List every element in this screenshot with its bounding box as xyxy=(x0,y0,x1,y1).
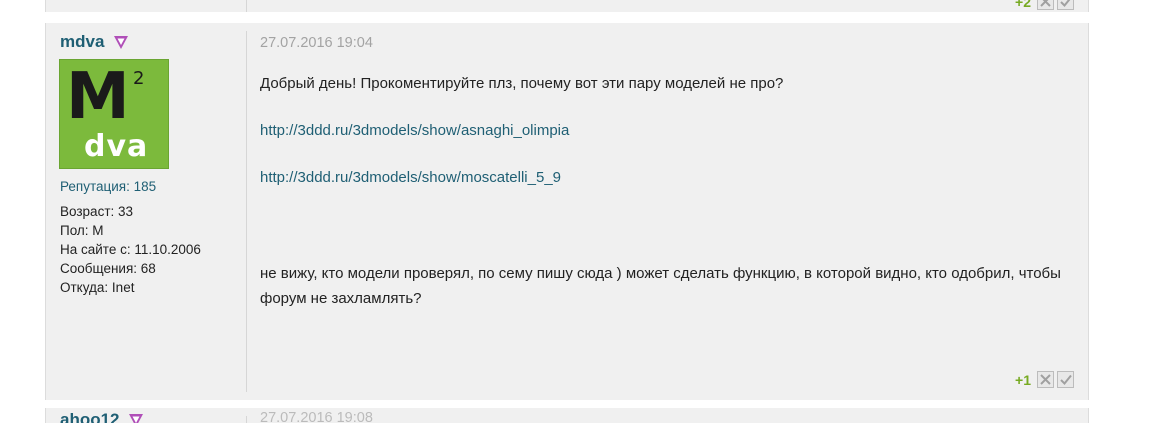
avatar-superscript: 2 xyxy=(133,68,145,89)
post-author: ahoo12 xyxy=(60,410,144,423)
triangle-badge-icon xyxy=(113,36,128,49)
post-divider xyxy=(246,0,247,12)
check-icon xyxy=(1059,0,1070,7)
post-date: 27.07.2016 19:08 xyxy=(260,410,373,423)
post-paragraph: не вижу, кто модели проверял, по сему пи… xyxy=(260,265,1061,307)
author-username[interactable]: ahoo12 xyxy=(60,410,120,423)
reject-button[interactable] xyxy=(1037,371,1054,388)
forum-page: +2 mdva M 2 dva Репутация: 185 Возраст: … xyxy=(0,0,1159,423)
forum-post: mdva M 2 dva Репутация: 185 Возраст: 33 … xyxy=(45,23,1089,400)
post-body: Добрый день! Прокоментируйте плз, почему… xyxy=(260,71,1070,311)
author-age: Возраст: 33 xyxy=(60,204,134,219)
author-location: Откуда: Inet xyxy=(60,280,135,295)
post-actions: +2 xyxy=(1015,0,1074,10)
previous-post: +2 xyxy=(45,0,1089,12)
avatar-letter: M xyxy=(66,60,130,134)
author-username[interactable]: mdva xyxy=(60,32,104,52)
approve-button[interactable] xyxy=(1057,0,1074,10)
cross-icon xyxy=(1040,374,1051,385)
reject-button[interactable] xyxy=(1037,0,1054,10)
avatar[interactable]: M 2 dva xyxy=(59,59,169,169)
post-divider xyxy=(246,416,247,423)
post-actions: +1 xyxy=(1015,371,1074,388)
cross-icon xyxy=(1040,0,1051,7)
author-gender: Пол: М xyxy=(60,223,104,238)
post-paragraph: Добрый день! Прокоментируйте плз, почему… xyxy=(260,75,784,92)
author-joined: На сайте с: 11.10.2006 xyxy=(60,242,201,257)
check-icon xyxy=(1059,374,1072,385)
author-info: Возраст: 33 Пол: М На сайте с: 11.10.200… xyxy=(60,202,201,297)
next-post: ahoo12 27.07.2016 19:08 xyxy=(45,408,1089,423)
approve-button[interactable] xyxy=(1057,371,1074,388)
post-author: mdva xyxy=(60,32,129,52)
post-rating: +2 xyxy=(1015,0,1031,10)
author-messages: Сообщения: 68 xyxy=(60,261,156,276)
model-link[interactable]: http://3ddd.ru/3dmodels/show/asnaghi_oli… xyxy=(260,122,569,139)
author-reputation[interactable]: Репутация: 185 xyxy=(60,179,156,194)
post-divider xyxy=(246,31,247,392)
triangle-badge-icon xyxy=(128,414,143,423)
post-date: 27.07.2016 19:04 xyxy=(260,35,373,51)
post-rating: +1 xyxy=(1015,371,1031,388)
model-link[interactable]: http://3ddd.ru/3dmodels/show/moscatelli_… xyxy=(260,169,561,186)
avatar-word: dva xyxy=(84,129,149,164)
